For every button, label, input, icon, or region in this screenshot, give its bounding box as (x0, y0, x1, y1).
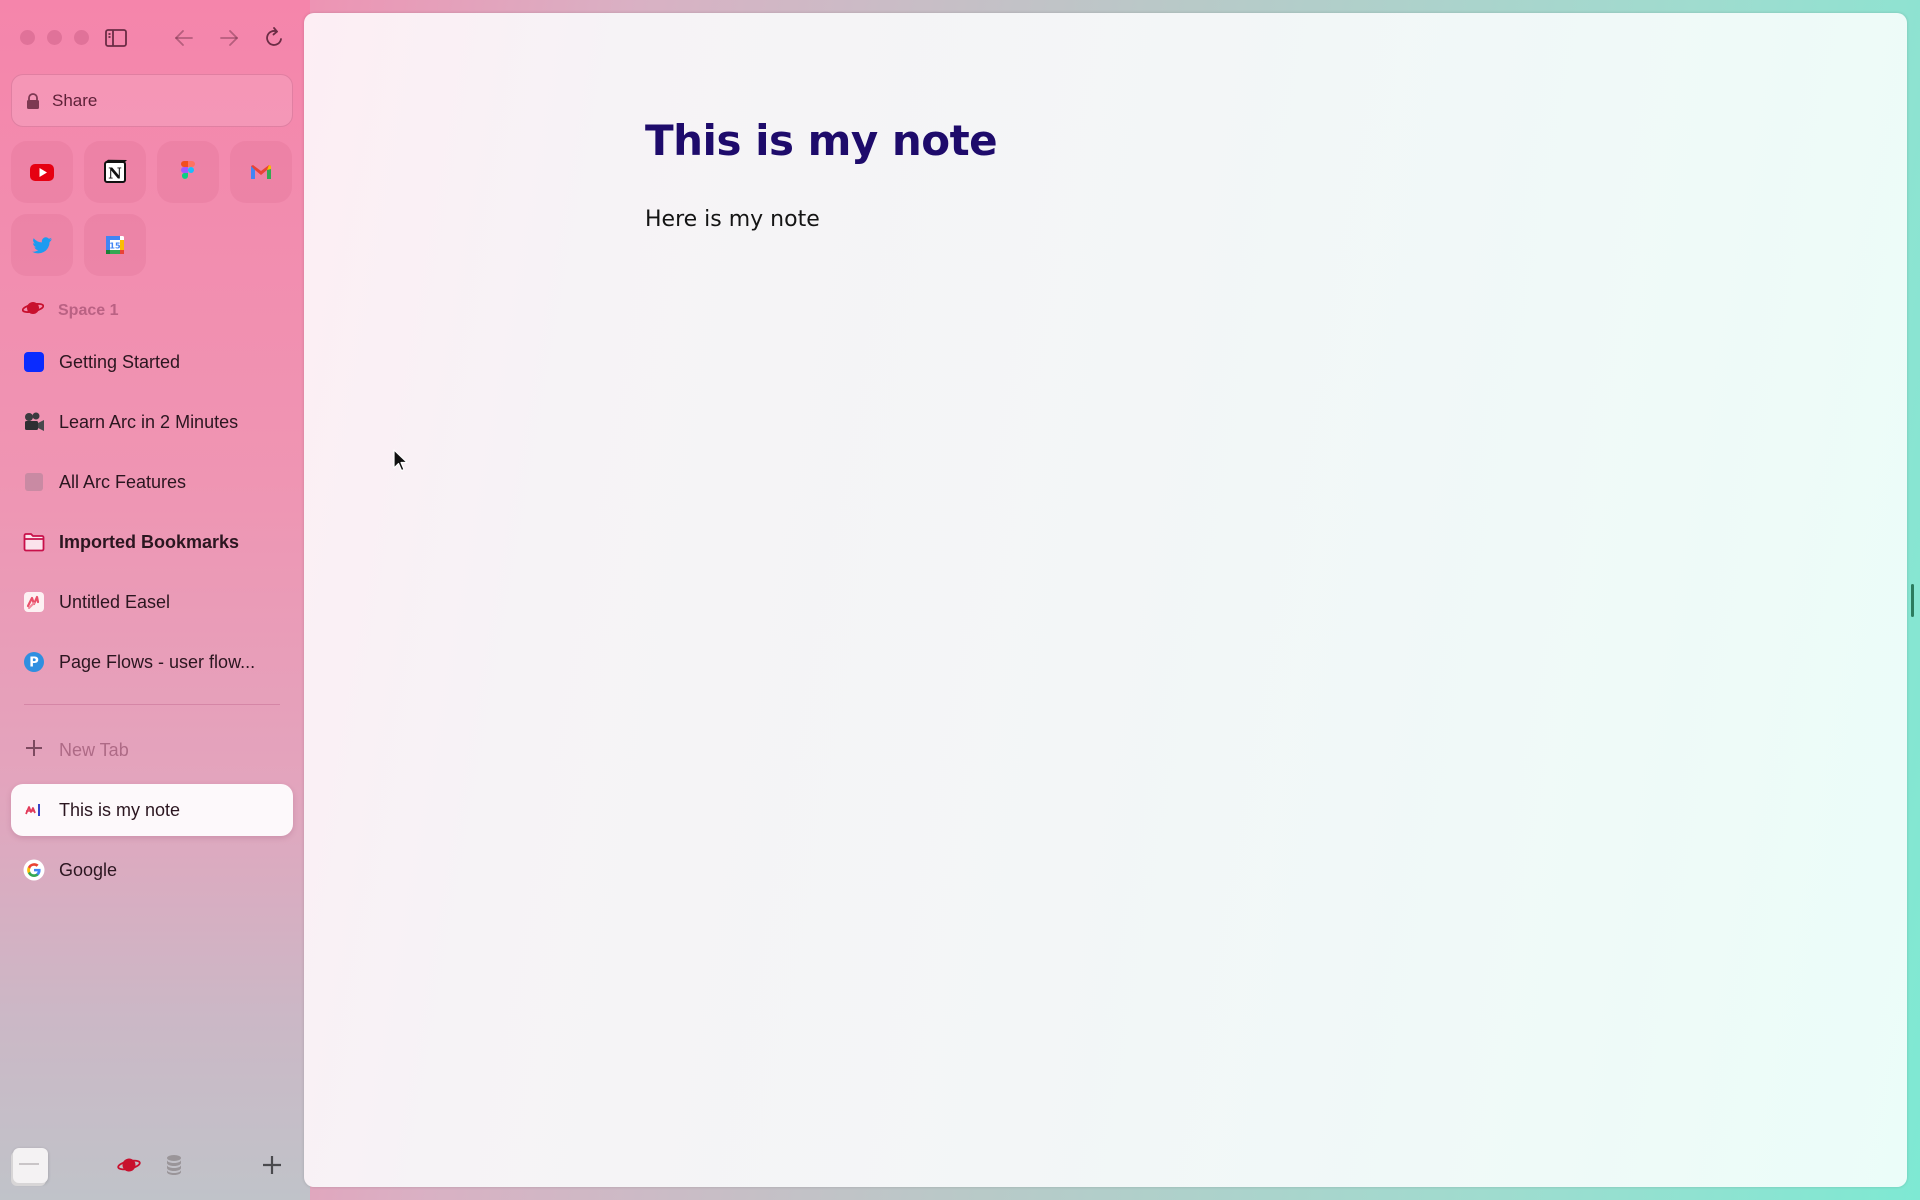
tab-title: Page Flows - user flow... (59, 651, 256, 672)
google-icon (23, 859, 45, 881)
tab-this-is-my-note[interactable]: This is my note (11, 784, 293, 836)
planet-icon (117, 1158, 141, 1172)
page-title: This is my note (645, 116, 998, 165)
sidebar-icon (105, 29, 127, 47)
arrow-right-icon (220, 30, 238, 46)
tab-title: Google (59, 859, 118, 880)
note-icon (23, 799, 45, 821)
twitter-icon (32, 237, 52, 254)
movie-camera-icon (23, 411, 45, 433)
library-button[interactable] (13, 1148, 48, 1183)
database-icon (167, 1155, 181, 1175)
favorite-calendar[interactable]: 15 (84, 214, 146, 276)
url-bar[interactable]: Share (11, 74, 293, 127)
add-space-button[interactable] (259, 1153, 285, 1177)
note-body[interactable]: Here is my note (645, 207, 820, 232)
gmail-icon (251, 165, 271, 179)
reload-button[interactable] (260, 24, 288, 52)
svg-text:P: P (29, 656, 39, 671)
arrow-left-icon (175, 30, 193, 46)
gray-square-icon (23, 471, 45, 493)
favorite-twitter[interactable] (11, 214, 73, 276)
space-switcher-button[interactable] (116, 1153, 142, 1177)
window-resize-handle[interactable] (1911, 584, 1914, 617)
favorite-youtube[interactable] (11, 141, 73, 203)
pinned-tab-all-arc-features[interactable]: All Arc Features (11, 456, 293, 508)
figma-icon (181, 161, 195, 179)
plus-icon (263, 1156, 281, 1174)
back-button[interactable] (170, 24, 198, 52)
pinned-favorites: N 15 (11, 141, 292, 276)
pinned-tab-getting-started[interactable]: Getting Started (11, 336, 293, 388)
easel-icon (23, 591, 45, 613)
tab-google[interactable]: Google (11, 844, 293, 896)
pinned-tab-page-flows[interactable]: P Page Flows - user flow... (11, 636, 293, 688)
blue-square-icon (23, 351, 45, 373)
folder-icon (23, 531, 45, 553)
pinned-divider (24, 704, 280, 705)
forward-button[interactable] (215, 24, 243, 52)
window-controls (20, 30, 89, 45)
sidebar: Share N 15 Space 1 Getting Started Learn… (0, 0, 302, 1200)
archive-button[interactable] (161, 1153, 187, 1177)
tab-title: Getting Started (59, 351, 181, 372)
space-name: Space 1 (58, 301, 119, 319)
notion-icon: N (104, 159, 127, 183)
sidebar-bottom-bar (0, 1145, 302, 1190)
tab-title: All Arc Features (59, 471, 187, 492)
plus-icon (23, 737, 45, 764)
toggle-sidebar-button[interactable] (102, 24, 130, 52)
library-icon (19, 1163, 39, 1165)
pinned-tab-untitled-easel[interactable]: Untitled Easel (11, 576, 293, 628)
svg-text:15: 15 (109, 242, 121, 251)
youtube-icon (30, 164, 54, 181)
new-tab-label: New Tab (59, 739, 129, 760)
new-tab-button[interactable]: New Tab (11, 724, 293, 776)
tab-title: Untitled Easel (59, 591, 171, 612)
reload-icon (266, 27, 282, 46)
favorite-figma[interactable] (157, 141, 219, 203)
web-content[interactable]: This is my note Here is my note (304, 13, 1907, 1187)
calendar-icon: 15 (106, 236, 124, 254)
pinned-tab-learn-arc[interactable]: Learn Arc in 2 Minutes (11, 396, 293, 448)
favorite-gmail[interactable] (230, 141, 292, 203)
minimize-window-button[interactable] (47, 30, 62, 45)
tab-title: This is my note (59, 799, 181, 820)
favorite-notion[interactable]: N (84, 141, 146, 203)
close-window-button[interactable] (20, 30, 35, 45)
mouse-cursor-icon (393, 449, 408, 472)
svg-text:N: N (108, 165, 122, 183)
pageflows-icon: P (23, 651, 45, 673)
zoom-window-button[interactable] (74, 30, 89, 45)
pinned-folder-imported-bookmarks[interactable]: Imported Bookmarks (11, 516, 293, 568)
tab-title: Imported Bookmarks (59, 531, 240, 552)
space-header[interactable]: Space 1 (21, 299, 119, 322)
url-bar-label: Share (52, 90, 98, 110)
planet-icon (21, 299, 45, 322)
lock-icon (27, 92, 39, 109)
tab-title: Learn Arc in 2 Minutes (59, 411, 239, 432)
